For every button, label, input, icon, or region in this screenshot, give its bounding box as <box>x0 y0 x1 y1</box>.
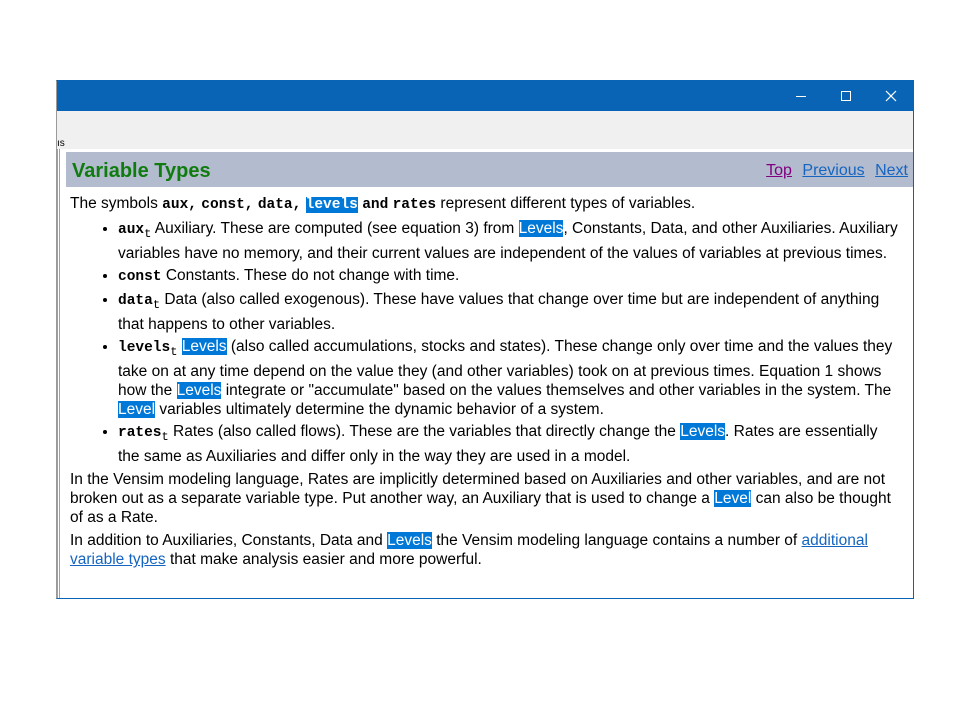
maximize-button[interactable] <box>823 81 869 111</box>
symbol-rates: rates <box>392 197 437 213</box>
text: that make analysis easier and more power… <box>165 551 482 569</box>
search-highlight: Levels <box>176 382 222 400</box>
symbol-const: const, <box>201 197 254 213</box>
text: The symbols <box>70 195 163 212</box>
text: Auxiliary. These are computed (see equat… <box>151 220 519 237</box>
text: Data (also called exogenous). These have… <box>118 291 880 334</box>
word-and: and <box>362 197 389 213</box>
search-highlight: Levels <box>518 220 564 237</box>
list-item-const: const Constants. These do not change wit… <box>118 266 899 287</box>
list-item-rates: ratest Rates (also called flows). These … <box>118 422 899 466</box>
toolbar-label-fragment: ıs <box>57 138 65 149</box>
additional-paragraph: In addition to Auxiliaries, Constants, D… <box>70 531 899 569</box>
search-highlight: Levels <box>387 532 432 550</box>
maximize-icon <box>841 91 851 101</box>
text: the Vensim modeling language contains a … <box>431 532 802 550</box>
text: variables ultimately determine the dynam… <box>155 401 604 419</box>
toolbar: ıs <box>57 111 913 149</box>
search-highlight: Level <box>714 490 752 508</box>
item-subscript: t <box>170 345 178 360</box>
variable-type-list: aux t Auxiliary. These are computed (see … <box>70 219 899 466</box>
rates-paragraph: In the Vensim modeling language, Rates a… <box>70 470 899 527</box>
list-item-levels: levelst Levels (also called accumulation… <box>118 337 899 419</box>
minimize-button[interactable] <box>778 81 824 111</box>
list-item-data: datat Data (also called exogenous). Thes… <box>118 290 899 334</box>
text: In addition to Auxiliaries, Constants, D… <box>70 532 388 550</box>
item-symbol: rates <box>118 425 162 442</box>
help-content: Variable Types Top Previous Next The sym… <box>57 149 913 598</box>
page-title: Variable Types <box>72 160 211 182</box>
item-symbol: aux <box>118 222 145 238</box>
intro-paragraph: The symbols aux, const, data, levels and… <box>70 194 899 215</box>
text: represent different types of variables. <box>436 195 696 212</box>
nav-previous-link[interactable]: Previous <box>802 162 864 179</box>
close-icon <box>885 90 897 102</box>
list-item-aux: auxt Auxiliary. These are computed (see … <box>118 219 899 263</box>
symbol-aux: aux, <box>162 197 197 213</box>
nav-top-link[interactable]: Top <box>766 162 792 179</box>
text: Rates (also called flows). These are the… <box>168 423 681 441</box>
minimize-icon <box>796 96 806 97</box>
search-highlight: Level <box>118 401 156 419</box>
search-highlight: Levels <box>181 338 227 356</box>
close-button[interactable] <box>868 81 914 111</box>
search-highlight: Levels <box>680 423 726 441</box>
item-symbol: const <box>118 269 162 286</box>
text: Constants. These do not change with time… <box>161 267 460 285</box>
item-subscript: t <box>161 430 169 445</box>
title-bar[interactable] <box>57 81 913 111</box>
item-symbol: data <box>118 293 153 310</box>
symbol-levels-highlight: levels <box>305 197 358 213</box>
topic-body: The symbols aux, const, data, levels and… <box>70 194 899 573</box>
help-window: ıs Variable Types Top Previous Next The … <box>56 80 914 599</box>
topic-header: Variable Types Top Previous Next <box>66 152 913 187</box>
text: integrate or "accumulate" based on the v… <box>221 382 892 400</box>
nav-next-link[interactable]: Next <box>875 162 908 179</box>
topic-nav: Top Previous Next <box>760 162 908 180</box>
item-symbol: levels <box>118 340 171 357</box>
item-subscript: t <box>152 298 161 313</box>
symbol-data: data, <box>257 197 302 213</box>
